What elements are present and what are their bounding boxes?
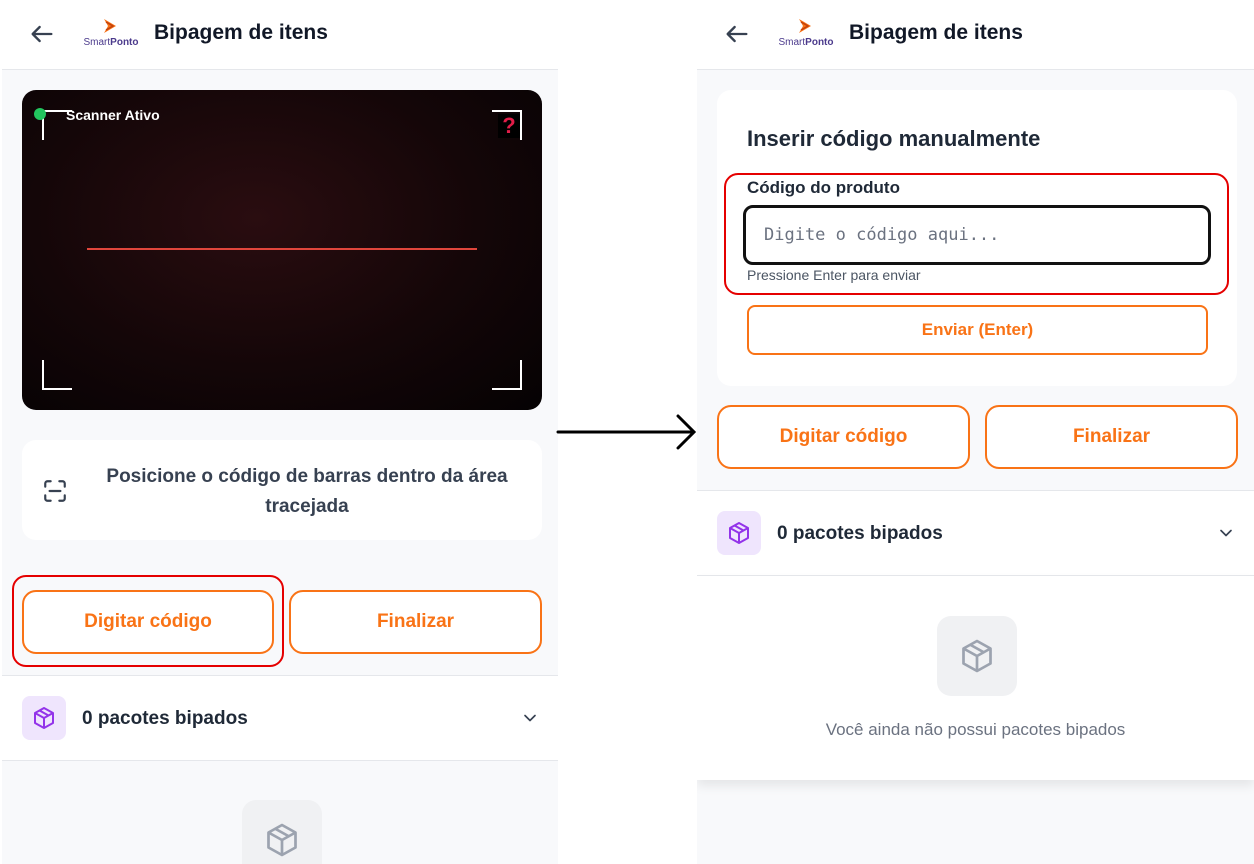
scan-hint-card: Posicione o código de barras dentro da á…	[22, 440, 542, 540]
scanner-status-label: Scanner Ativo	[66, 107, 160, 123]
app-header: SmartPonto Bipagem de itens	[697, 0, 1254, 70]
input-help-text: Pressione Enter para enviar	[747, 267, 921, 283]
packages-count-label: 0 pacotes bipados	[777, 523, 943, 544]
package-icon-badge	[717, 511, 761, 555]
manual-entry-screen: SmartPonto Bipagem de itens Inserir códi…	[697, 0, 1254, 864]
logo-word-smart: Smart	[83, 37, 111, 48]
finish-button[interactable]: Finalizar	[985, 405, 1238, 469]
app-header: SmartPonto Bipagem de itens	[2, 0, 558, 70]
manual-entry-title: Inserir código manualmente	[747, 126, 1041, 151]
arrow-left-icon[interactable]	[723, 20, 751, 48]
type-code-button[interactable]: Digitar código	[717, 405, 970, 469]
empty-state-panel: Você ainda não possui pacotes bipados	[697, 576, 1254, 780]
arrow-left-icon[interactable]	[28, 20, 56, 48]
logo-word-ponto: Ponto	[805, 37, 834, 48]
type-code-button[interactable]: Digitar código	[22, 590, 274, 654]
submit-code-button[interactable]: Enviar (Enter)	[747, 305, 1208, 355]
product-code-input[interactable]	[743, 205, 1211, 265]
logo-word-smart: Smart	[778, 37, 806, 48]
empty-state-icon-box	[937, 616, 1017, 696]
transition-arrow-icon	[556, 414, 697, 450]
product-code-label: Código do produto	[747, 178, 900, 197]
finish-button[interactable]: Finalizar	[289, 590, 542, 654]
scanner-status-dot	[34, 108, 46, 120]
page-title: Bipagem de itens	[849, 21, 1023, 44]
package-icon-badge	[22, 696, 66, 740]
chevron-down-icon[interactable]	[520, 708, 540, 728]
smartponto-logo: SmartPonto	[773, 18, 839, 52]
package-icon	[729, 522, 749, 544]
packages-count-label: 0 pacotes bipados	[82, 708, 248, 729]
empty-state-message: Você ainda não possui pacotes bipados	[825, 720, 1126, 739]
scanner-screen: SmartPonto Bipagem de itens Scanner Ativ…	[2, 0, 558, 864]
question-icon[interactable]: ?	[498, 114, 520, 138]
scan-icon	[44, 480, 66, 502]
scan-hint-text: Posicione o código de barras dentro da á…	[106, 466, 508, 517]
package-icon	[962, 639, 992, 673]
camera-scanner-view: Scanner Ativo ?	[22, 90, 542, 410]
packages-summary[interactable]: 0 pacotes bipados	[697, 490, 1254, 576]
logo-mark-icon	[104, 19, 116, 33]
frame-corner-bottom-left	[42, 360, 72, 390]
package-icon	[34, 707, 54, 729]
logo-word-ponto: Ponto	[110, 37, 139, 48]
logo-text: SmartPonto	[78, 37, 144, 48]
frame-corner-bottom-right	[492, 360, 522, 390]
smartponto-logo: SmartPonto	[78, 18, 144, 52]
package-icon	[267, 823, 297, 857]
logo-mark-icon	[799, 19, 811, 33]
empty-state-icon-box	[242, 800, 322, 864]
scan-line	[87, 248, 477, 250]
logo-text: SmartPonto	[773, 37, 839, 48]
packages-summary[interactable]: 0 pacotes bipados	[2, 675, 558, 761]
chevron-down-icon[interactable]	[1216, 523, 1236, 543]
page-title: Bipagem de itens	[154, 21, 328, 44]
